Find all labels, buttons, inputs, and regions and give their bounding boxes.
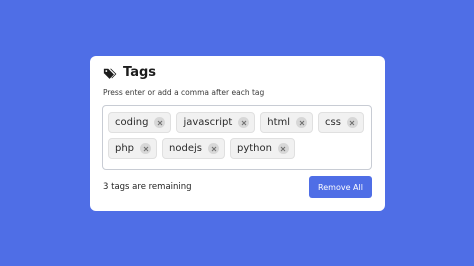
tag-label: nodejs <box>169 142 202 154</box>
tag-chip-php: php <box>108 138 158 159</box>
tag-label: php <box>115 142 135 154</box>
tag-input-box[interactable]: coding javascript html css php nodejs py… <box>102 105 372 170</box>
remove-tag-close-icon[interactable] <box>296 117 308 128</box>
remove-tag-close-icon[interactable] <box>140 143 152 154</box>
remove-tag-close-icon[interactable] <box>208 143 219 154</box>
tag-chip-nodejs: nodejs <box>162 138 225 159</box>
card-header: Tags <box>103 65 156 81</box>
tag-label: coding <box>115 116 149 128</box>
tags-icon <box>103 66 117 80</box>
remove-tag-close-icon[interactable] <box>277 143 289 154</box>
tags-card: Tags Press enter or add a comma after ea… <box>90 56 385 211</box>
tag-text-input[interactable] <box>299 138 366 161</box>
remove-tag-close-icon[interactable] <box>346 117 358 128</box>
tags-remaining-text: 3 tags are remaining <box>103 182 192 192</box>
tag-chip-python: python <box>230 138 295 159</box>
tag-chip-coding: coding <box>108 112 172 133</box>
tag-chip-javascript: javascript <box>176 112 256 133</box>
tag-chip-css: css <box>318 112 364 133</box>
tag-chip-html: html <box>260 112 314 133</box>
remove-tag-close-icon[interactable] <box>238 117 250 128</box>
card-title: Tags <box>123 65 157 80</box>
tag-label: javascript <box>183 116 233 128</box>
remove-all-button[interactable]: Remove All <box>309 176 372 198</box>
tag-label: css <box>325 116 341 128</box>
remove-tag-close-icon[interactable] <box>154 117 166 128</box>
tag-label: html <box>267 116 291 128</box>
instructions-text: Press enter or add a comma after each ta… <box>103 88 265 97</box>
tag-label: python <box>237 142 272 154</box>
